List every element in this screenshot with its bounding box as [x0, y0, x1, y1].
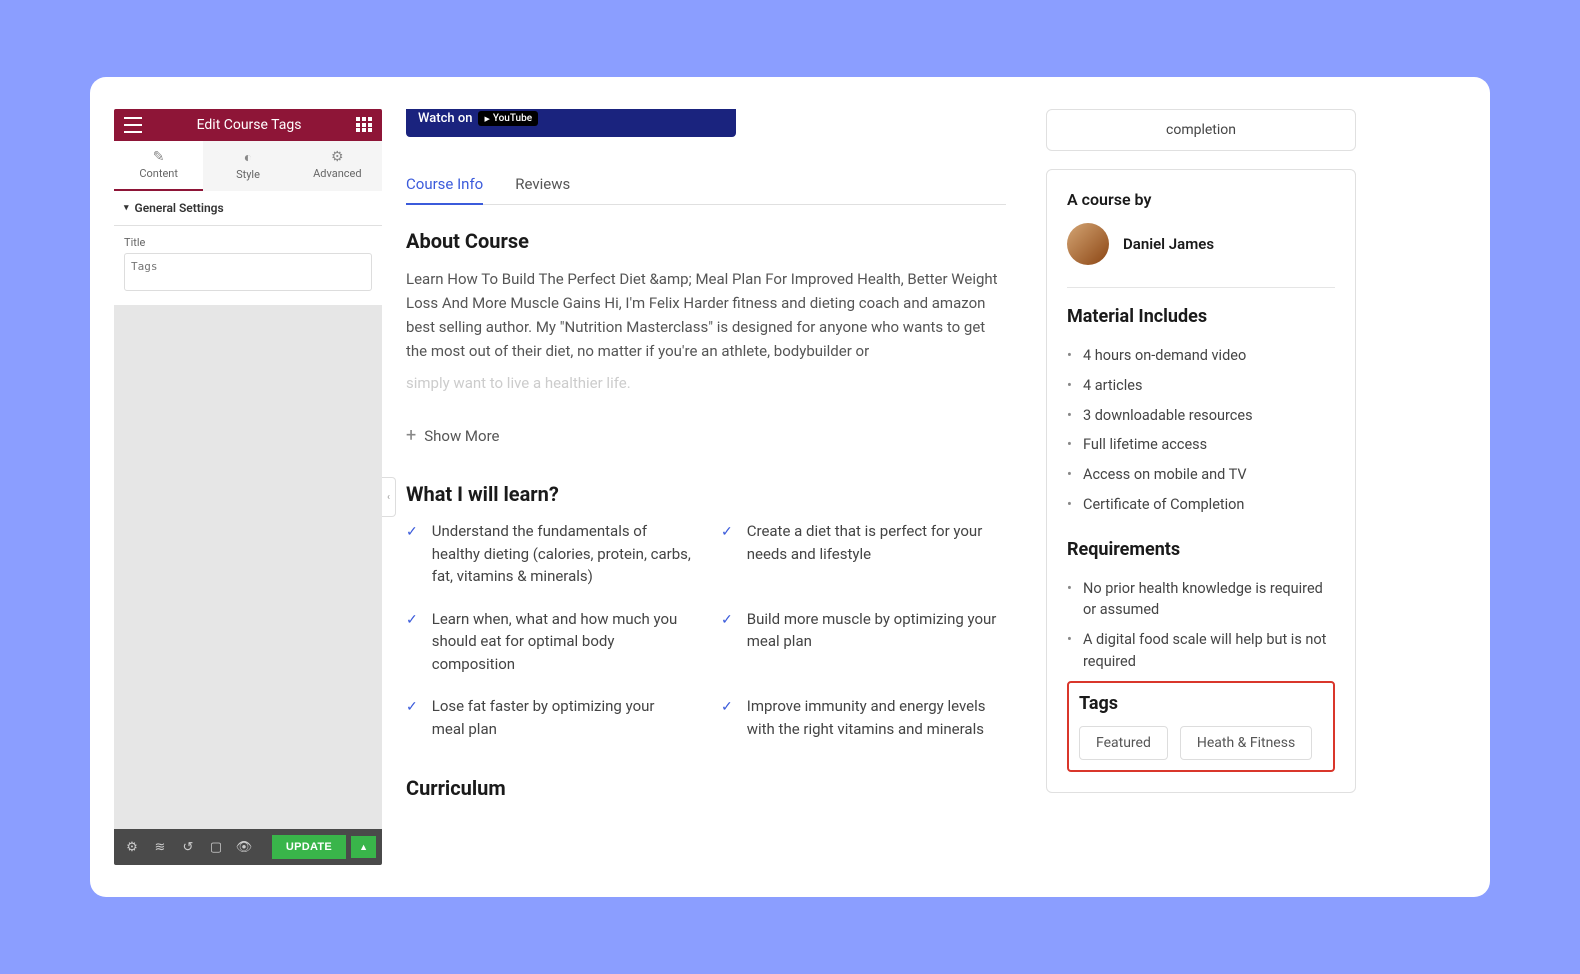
workspace: Edit Course Tags ✎ Content ◐ Style ⚙ Advanc… [114, 109, 1466, 865]
learn-text: Learn when, what and how much you should… [432, 608, 691, 676]
avatar [1067, 223, 1109, 265]
tags-heading: Tags [1075, 693, 1327, 714]
hamburger-icon[interactable] [124, 117, 142, 133]
show-more-label: Show More [424, 427, 499, 445]
tab-advanced-label: Advanced [313, 167, 361, 180]
author-row: Daniel James [1067, 223, 1335, 265]
curriculum-heading: Curriculum [406, 776, 1006, 800]
content-tabs: Course Info Reviews [406, 165, 1006, 205]
gear-icon: ⚙ [293, 149, 382, 165]
learn-grid: ✓Understand the fundamentals of healthy … [406, 520, 1006, 740]
tag-health-fitness[interactable]: Heath & Fitness [1180, 726, 1312, 760]
list-item: A digital food scale will help but is no… [1067, 625, 1335, 677]
learn-item: ✓ Improve immunity and energy levels with… [721, 695, 1006, 740]
learn-item: ✓Understand the fundamentals of healthy … [406, 520, 691, 588]
learn-heading: What I will learn? [406, 482, 1006, 506]
learn-text: Lose fat faster by optimizing your meal … [432, 695, 691, 740]
show-more-button[interactable]: Show More [406, 425, 1006, 446]
title-field-group: Title [114, 226, 382, 305]
course-content: Watch on YouTube Course Info Reviews Abo… [406, 109, 1006, 865]
settings-icon[interactable]: ⚙ [120, 835, 144, 859]
course-by-label: A course by [1067, 190, 1335, 209]
learn-text: Build more muscle by optimizing your mea… [747, 608, 1006, 676]
check-icon: ✓ [406, 522, 418, 588]
tab-content[interactable]: ✎ Content [114, 141, 203, 191]
materials-heading: Material Includes [1067, 306, 1335, 327]
learn-item: ✓Build more muscle by optimizing your me… [721, 608, 1006, 676]
list-item: Certificate of Completion [1067, 490, 1335, 520]
title-input[interactable] [124, 253, 372, 291]
about-body: Learn How To Build The Perfect Diet &amp… [406, 267, 1006, 363]
list-item: No prior health knowledge is required or… [1067, 574, 1335, 626]
requirements-list: No prior health knowledge is required or… [1067, 574, 1335, 677]
tags-box: Tags Featured Heath & Fitness [1067, 681, 1335, 772]
check-icon: ✓ [406, 610, 418, 676]
editor-header: Edit Course Tags [114, 109, 382, 141]
tab-style-label: Style [236, 168, 260, 181]
preview-icon[interactable]: 👁 [232, 835, 256, 859]
right-panel: completion A course by Daniel James Mate… [1046, 109, 1356, 865]
list-item: 4 hours on-demand video [1067, 341, 1335, 371]
tag-featured[interactable]: Featured [1079, 726, 1168, 760]
tab-style[interactable]: ◐ Style [203, 141, 292, 191]
youtube-label: YouTube [493, 113, 532, 124]
editor-title: Edit Course Tags [197, 117, 302, 133]
update-button[interactable]: UPDATE [272, 835, 346, 859]
completion-box: completion [1046, 109, 1356, 151]
about-heading: About Course [406, 229, 1006, 253]
learn-item: ✓Create a diet that is perfect for your … [721, 520, 1006, 588]
tab-advanced[interactable]: ⚙ Advanced [293, 141, 382, 191]
responsive-icon[interactable]: ▢ [204, 835, 228, 859]
general-settings-section[interactable]: General Settings [114, 191, 382, 226]
check-icon: ✓ [721, 522, 733, 588]
about-body-fade: simply want to live a healthier life. [406, 371, 1006, 395]
contrast-icon: ◐ [203, 149, 292, 166]
list-item: 3 downloadable resources [1067, 401, 1335, 431]
check-icon: ✓ [721, 610, 733, 676]
check-icon: ✓ [721, 697, 733, 740]
grid-icon[interactable] [356, 117, 372, 133]
tab-course-info[interactable]: Course Info [406, 165, 483, 205]
title-field-label: Title [124, 236, 372, 249]
tab-content-label: Content [139, 167, 178, 180]
editor-footer: ⚙ ≋ ↺ ▢ 👁 UPDATE ▲ [114, 829, 382, 865]
collapse-handle[interactable]: ‹ [382, 477, 396, 517]
materials-list: 4 hours on-demand video 4 articles 3 dow… [1067, 341, 1335, 520]
author-name: Daniel James [1123, 235, 1214, 253]
learn-item: ✓Learn when, what and how much you shoul… [406, 608, 691, 676]
list-item: Full lifetime access [1067, 430, 1335, 460]
learn-item: ✓ Lose fat faster by optimizing your meal… [406, 695, 691, 740]
history-icon[interactable]: ↺ [176, 835, 200, 859]
update-caret[interactable]: ▲ [351, 836, 376, 858]
app-frame: Edit Course Tags ✎ Content ◐ Style ⚙ Advanc… [90, 77, 1490, 897]
learn-text: Create a diet that is perfect for your n… [747, 520, 1006, 588]
tab-reviews[interactable]: Reviews [515, 165, 570, 205]
learn-text: Improve immunity and energy levels with … [747, 695, 1006, 740]
learn-text: Understand the fundamentals of healthy d… [432, 520, 691, 588]
divider [1067, 287, 1335, 288]
list-item: 4 articles [1067, 371, 1335, 401]
layers-icon[interactable]: ≋ [148, 835, 172, 859]
youtube-badge: YouTube [478, 111, 538, 126]
info-box: A course by Daniel James Material Includ… [1046, 169, 1356, 793]
pencil-icon: ✎ [114, 149, 203, 165]
watch-on-youtube[interactable]: Watch on YouTube [418, 111, 538, 126]
watch-on-label: Watch on [418, 111, 472, 126]
list-item: Access on mobile and TV [1067, 460, 1335, 490]
video-player-strip: Watch on YouTube [406, 109, 736, 137]
editor-tabs: ✎ Content ◐ Style ⚙ Advanced [114, 141, 382, 191]
main-content: Watch on YouTube Course Info Reviews Abo… [398, 109, 1466, 865]
general-settings-toggle[interactable]: General Settings [124, 201, 372, 215]
requirements-heading: Requirements [1067, 539, 1335, 560]
editor-panel: Edit Course Tags ✎ Content ◐ Style ⚙ Advanc… [114, 109, 382, 865]
tag-row: Featured Heath & Fitness [1075, 726, 1327, 760]
check-icon: ✓ [406, 697, 418, 740]
